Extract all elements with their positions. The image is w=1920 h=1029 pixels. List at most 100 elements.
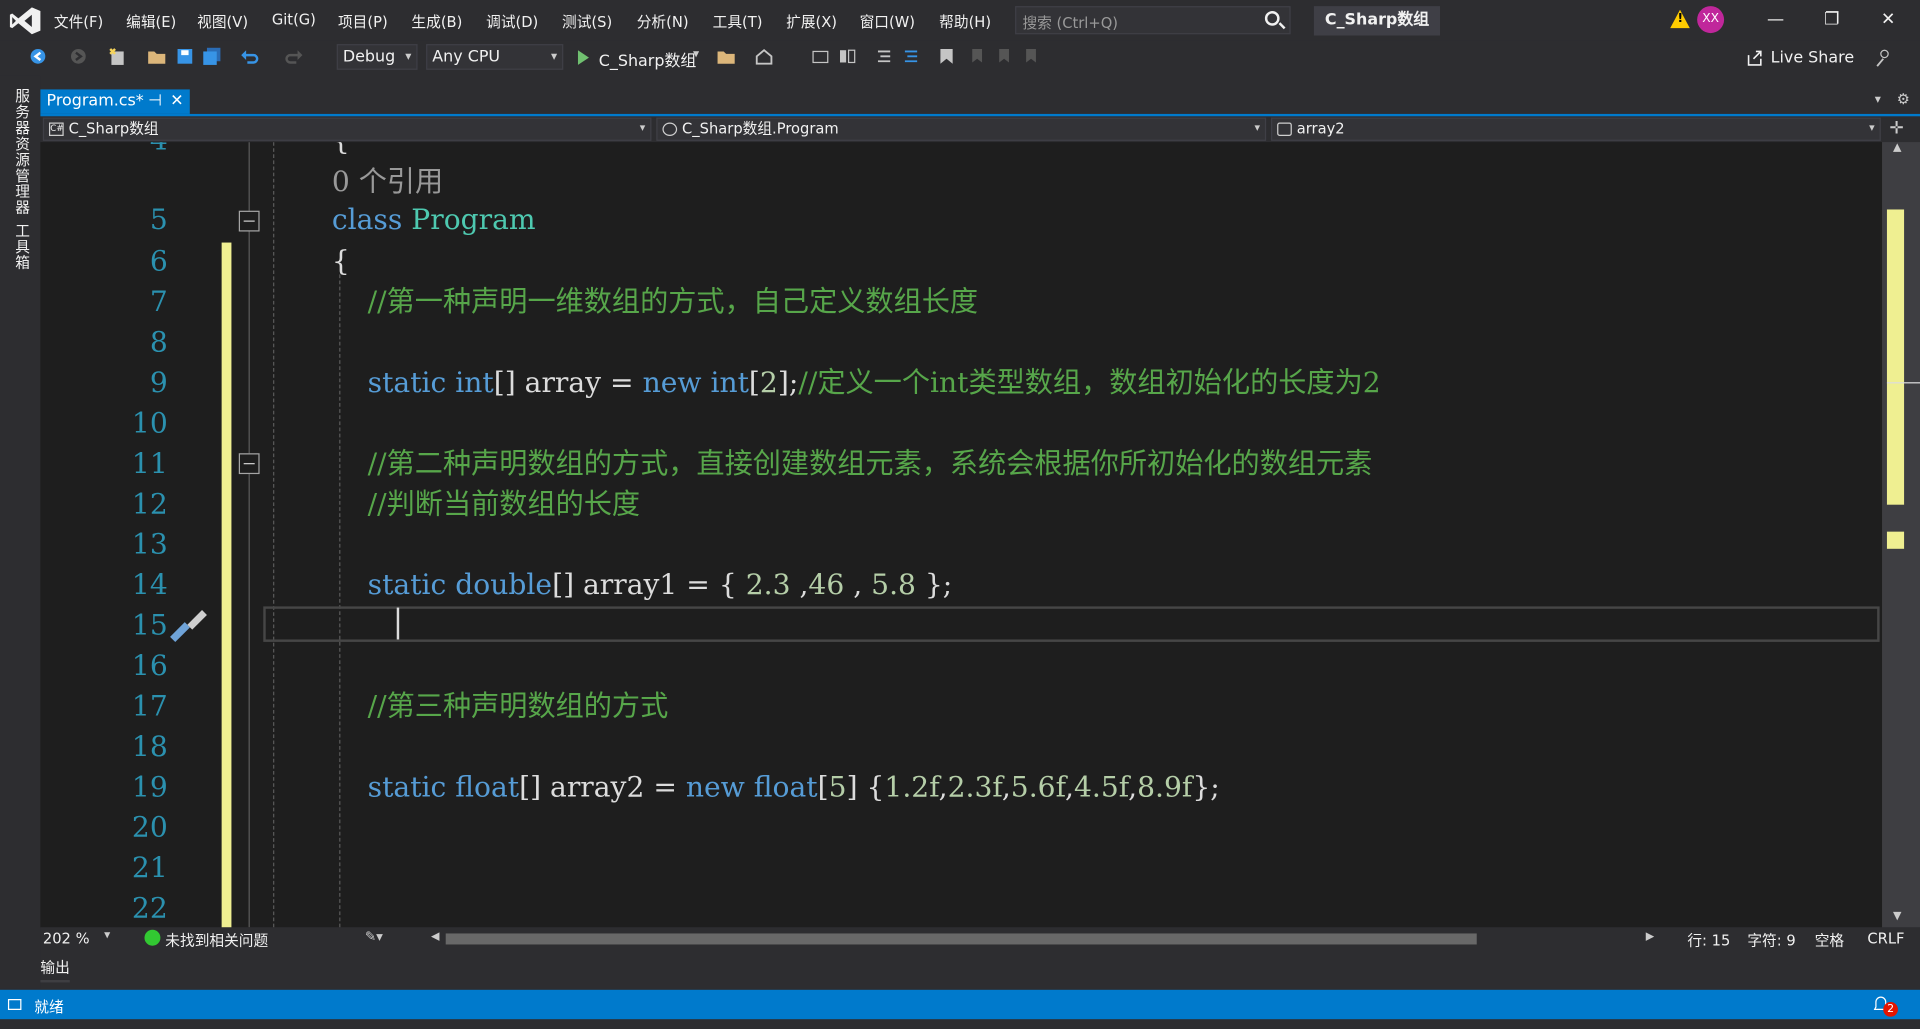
pin-icon[interactable]: ⊣ — [148, 89, 162, 114]
minimize-button[interactable]: — — [1763, 10, 1787, 30]
zoom-dropdown-icon[interactable]: ▾ — [104, 929, 110, 942]
live-share-button[interactable]: Live Share — [1771, 49, 1855, 67]
horizontal-scroll-thumb[interactable] — [445, 933, 1477, 945]
save-icon[interactable] — [176, 48, 193, 65]
menu-item[interactable]: 帮助(H) — [939, 11, 991, 32]
code-line: 7 //第一种声明一维数组的方式，自己定义数组长度 — [40, 283, 1882, 323]
char-number[interactable]: 字符: 9 — [1747, 930, 1795, 951]
navigate-forward-icon[interactable] — [70, 48, 87, 65]
visual-studio-logo-icon — [9, 7, 41, 35]
output-tab[interactable]: 输出 — [40, 957, 69, 978]
server-explorer-tab[interactable]: 服务器资源管理器 — [12, 88, 33, 215]
new-project-icon[interactable] — [108, 47, 128, 67]
menu-item[interactable]: 项目(P) — [338, 11, 388, 32]
status-window-icon — [7, 998, 22, 1011]
menu-item[interactable]: 视图(V) — [197, 11, 248, 32]
zoom-level[interactable]: 202 % — [43, 930, 90, 947]
code-line: 18 — [40, 728, 1882, 768]
menu-item[interactable]: 工具(T) — [713, 11, 763, 32]
save-all-icon[interactable] — [202, 47, 222, 67]
whitespace-mode[interactable]: 空格 — [1815, 930, 1844, 951]
scroll-left-icon[interactable]: ◀ — [431, 931, 439, 943]
code-text: { — [332, 142, 350, 162]
issues-status[interactable]: 未找到相关问题 — [165, 930, 268, 951]
scroll-up-icon[interactable]: ▲ — [1893, 142, 1901, 154]
start-debugging-button[interactable]: C_Sharp数组 — [599, 48, 697, 71]
search-icon — [1264, 11, 1280, 26]
browse-folder-icon[interactable] — [716, 48, 736, 65]
bookmark-icon[interactable] — [939, 48, 954, 65]
line-number-label: 22 — [131, 893, 168, 925]
code-text: //第三种声明数组的方式 — [367, 690, 669, 723]
scroll-right-icon[interactable]: ▶ — [1646, 931, 1654, 943]
menu-item[interactable]: 窗口(W) — [860, 11, 915, 32]
scroll-down-icon[interactable]: ▼ — [1893, 910, 1901, 922]
comment-out-icon[interactable] — [876, 48, 893, 65]
prev-bookmark-icon[interactable] — [969, 48, 986, 65]
start-dropdown-icon[interactable]: ▾ — [693, 48, 699, 61]
code-line: 9 static int[] array = new int[2];//定义一个… — [40, 364, 1882, 404]
line-number-label: 7 — [149, 286, 168, 319]
undo-icon[interactable] — [240, 48, 260, 65]
tab-program-cs[interactable]: Program.cs* ⊣ ✕ — [40, 89, 190, 114]
field-icon — [1277, 122, 1292, 136]
line-number-label: 20 — [131, 812, 168, 845]
close-window-button[interactable]: ✕ — [1876, 10, 1900, 30]
menu-item[interactable]: 编辑(E) — [126, 11, 176, 32]
search-box[interactable]: 搜索 (Ctrl+Q) — [1015, 6, 1291, 35]
code-cleanup-icon[interactable]: ✎▾ — [365, 929, 383, 945]
code-text: static int[] array = new int[2];//定义一个in… — [367, 367, 1381, 400]
vertical-scrollbar[interactable]: ▲ ▼ — [1882, 142, 1920, 928]
avatar[interactable]: XX — [1697, 6, 1725, 34]
start-icon[interactable] — [577, 50, 589, 65]
line-number[interactable]: 行: 15 — [1687, 930, 1730, 951]
next-bookmark-icon[interactable] — [996, 48, 1013, 65]
code-text: //判断当前数组的长度 — [367, 488, 641, 521]
menu-item[interactable]: 分析(N) — [637, 11, 689, 32]
member-dropdown[interactable]: array2 — [1271, 117, 1881, 141]
code-editor[interactable]: 4{0 个引用5class Program6{7 //第一种声明一维数组的方式，… — [40, 142, 1883, 928]
configuration-select[interactable]: Debug — [336, 44, 418, 70]
tool-icon-2[interactable] — [838, 48, 858, 65]
type-dropdown[interactable]: C_Sharp数组.Program — [656, 117, 1267, 141]
close-tab-icon[interactable]: ✕ — [170, 89, 183, 114]
redo-icon[interactable] — [284, 48, 304, 65]
line-number-label: 18 — [131, 731, 168, 764]
code-text: 0 个引用 — [331, 166, 444, 199]
code-text: //第一种声明一维数组的方式，自己定义数组长度 — [367, 286, 979, 319]
menu-item[interactable]: Git(G) — [272, 11, 316, 28]
tab-list-icon[interactable]: ▾ — [1875, 93, 1881, 106]
menu-item[interactable]: 生成(B) — [411, 11, 462, 32]
home-icon[interactable] — [754, 48, 774, 65]
code-line: 13 — [40, 526, 1882, 566]
left-tool-strip: 服务器资源管理器 工具箱 — [0, 75, 41, 989]
line-number-label: 12 — [131, 488, 168, 521]
class-icon — [662, 122, 678, 136]
menu-item[interactable]: 测试(S) — [562, 11, 612, 32]
restore-button[interactable]: ❐ — [1820, 10, 1844, 30]
warning-icon[interactable]: ! — [1670, 9, 1690, 29]
clear-bookmarks-icon[interactable] — [1022, 48, 1039, 65]
notification-count: 2 — [1883, 1002, 1898, 1017]
scroll-change-marker-2 — [1886, 531, 1905, 549]
menu-item[interactable]: 文件(F) — [54, 11, 103, 32]
platform-select[interactable]: Any CPU — [426, 44, 564, 70]
split-window-icon[interactable]: ✛ — [1889, 119, 1903, 139]
toolbox-tab[interactable]: 工具箱 — [12, 223, 33, 271]
navigate-back-icon[interactable] — [29, 48, 46, 65]
code-line: 12 //判断当前数组的长度 — [40, 485, 1882, 525]
line-number-label: 17 — [131, 690, 168, 723]
solution-name: C_Sharp数组 — [1313, 6, 1441, 36]
open-file-icon[interactable] — [147, 48, 167, 65]
no-issues-icon — [144, 929, 161, 946]
line-ending[interactable]: CRLF — [1867, 930, 1904, 947]
menu-item[interactable]: 调试(D) — [486, 11, 538, 32]
tool-icon-1[interactable] — [811, 48, 831, 65]
line-number-label: 13 — [131, 529, 168, 562]
feedback-icon[interactable] — [1875, 48, 1895, 68]
uncomment-icon[interactable] — [902, 48, 919, 65]
project-dropdown[interactable]: C# C_Sharp数组 — [42, 117, 652, 141]
menu-item[interactable]: 扩展(X) — [786, 11, 837, 32]
code-line: 19 static float[] array2 = new float[5] … — [40, 768, 1882, 808]
settings-icon[interactable]: ⚙ — [1897, 91, 1910, 108]
